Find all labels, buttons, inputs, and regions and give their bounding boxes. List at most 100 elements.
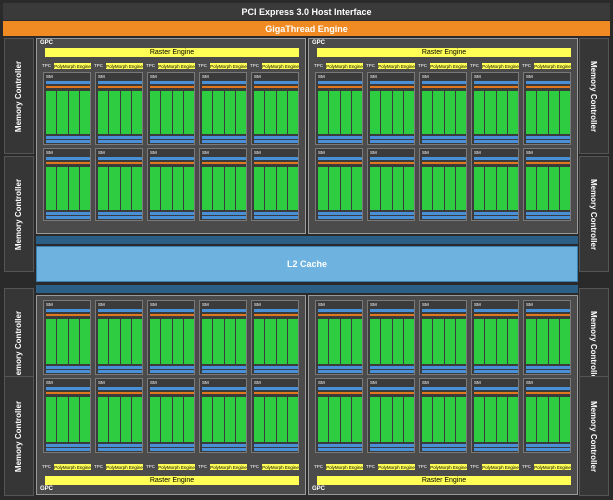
warp-scheduler bbox=[422, 86, 466, 88]
shared-memory bbox=[422, 366, 466, 369]
warp-scheduler bbox=[150, 314, 194, 316]
cuda-cores bbox=[351, 167, 362, 210]
sm-label: SM bbox=[526, 302, 533, 307]
cuda-cores bbox=[392, 91, 403, 134]
cuda-cores bbox=[98, 319, 109, 364]
sm-label: SM bbox=[318, 74, 325, 79]
tpc-label: TPC bbox=[470, 464, 479, 469]
sm-label: SM bbox=[98, 302, 105, 307]
texture-units bbox=[526, 140, 570, 143]
cuda-cores bbox=[161, 397, 172, 442]
streaming-multiprocessor: SM bbox=[367, 148, 415, 221]
l2-cache: L2 Cache bbox=[36, 246, 578, 282]
cuda-cores bbox=[254, 397, 265, 442]
cuda-cores bbox=[422, 397, 433, 442]
gpc-label: GPC bbox=[312, 40, 326, 46]
cuda-cores bbox=[329, 91, 340, 134]
cuda-cores bbox=[433, 91, 444, 134]
shared-memory bbox=[422, 444, 466, 447]
l2-connection-strip-bottom bbox=[36, 285, 578, 293]
cuda-cores bbox=[131, 167, 142, 210]
instruction-cache bbox=[98, 309, 142, 312]
instruction-cache bbox=[98, 81, 142, 84]
texture-units bbox=[474, 140, 518, 143]
shared-memory bbox=[370, 136, 414, 139]
texture-units bbox=[254, 140, 298, 143]
sm-label: SM bbox=[526, 380, 533, 385]
cuda-cores bbox=[120, 167, 131, 210]
instruction-cache bbox=[150, 309, 194, 312]
instruction-cache bbox=[318, 387, 362, 390]
sm-label: SM bbox=[526, 150, 533, 155]
cuda-cores bbox=[422, 319, 433, 364]
cuda-cores bbox=[340, 319, 351, 364]
warp-scheduler bbox=[526, 314, 570, 316]
texture-units bbox=[422, 448, 466, 451]
cuda-cores bbox=[46, 167, 57, 210]
memory-controller-left-2: Memory Controller bbox=[4, 156, 34, 272]
cuda-cores bbox=[161, 319, 172, 364]
polymorph-engine: PolyMorph Engine bbox=[326, 63, 363, 69]
instruction-cache bbox=[526, 387, 570, 390]
shared-memory bbox=[46, 444, 90, 447]
cuda-cores bbox=[79, 319, 90, 364]
cuda-cores bbox=[183, 167, 194, 210]
warp-scheduler bbox=[98, 162, 142, 164]
polymorph-engine: PolyMorph Engine bbox=[210, 464, 247, 470]
cuda-cores bbox=[318, 91, 329, 134]
cuda-cores bbox=[150, 167, 161, 210]
cuda-cores bbox=[351, 319, 362, 364]
shared-memory bbox=[370, 366, 414, 369]
gpc-bottom-left: GPC Raster Engine TPC PolyMorph Engine SM SM T… bbox=[36, 295, 306, 495]
sm-label: SM bbox=[254, 380, 261, 385]
cuda-cores bbox=[109, 91, 120, 134]
cuda-cores bbox=[392, 167, 403, 210]
warp-scheduler bbox=[318, 86, 362, 88]
streaming-multiprocessor: SM bbox=[367, 378, 415, 453]
instruction-cache bbox=[474, 309, 518, 312]
polymorph-engine: PolyMorph Engine bbox=[430, 63, 467, 69]
cuda-cores bbox=[559, 397, 570, 442]
texture-units bbox=[46, 140, 90, 143]
sm-label: SM bbox=[318, 302, 325, 307]
shared-memory bbox=[150, 444, 194, 447]
streaming-multiprocessor: SM bbox=[199, 148, 247, 221]
streaming-multiprocessor: SM bbox=[367, 72, 415, 145]
texture-units bbox=[150, 140, 194, 143]
instruction-cache bbox=[474, 81, 518, 84]
cuda-cores bbox=[381, 167, 392, 210]
warp-scheduler bbox=[202, 314, 246, 316]
sm-label: SM bbox=[150, 380, 157, 385]
cuda-cores bbox=[98, 397, 109, 442]
shared-memory bbox=[318, 366, 362, 369]
shared-memory bbox=[254, 444, 298, 447]
instruction-cache bbox=[318, 81, 362, 84]
sm-label: SM bbox=[150, 74, 157, 79]
tpc-label: TPC bbox=[42, 464, 51, 469]
instruction-cache bbox=[370, 81, 414, 84]
texture-units bbox=[318, 140, 362, 143]
cuda-cores bbox=[340, 397, 351, 442]
warp-scheduler bbox=[150, 162, 194, 164]
cuda-cores bbox=[68, 397, 79, 442]
polymorph-engine: PolyMorph Engine bbox=[378, 63, 415, 69]
cuda-cores bbox=[213, 397, 224, 442]
tpc-label: TPC bbox=[94, 63, 103, 68]
cuda-cores bbox=[496, 91, 507, 134]
cuda-cores bbox=[276, 319, 287, 364]
texture-units bbox=[370, 216, 414, 219]
sm-label: SM bbox=[254, 302, 261, 307]
sm-label: SM bbox=[318, 150, 325, 155]
texture-units bbox=[370, 370, 414, 373]
l2-connection-strip-top bbox=[36, 236, 578, 244]
streaming-multiprocessor: SM bbox=[523, 300, 571, 375]
polymorph-engine: PolyMorph Engine bbox=[158, 464, 195, 470]
cuda-cores bbox=[422, 91, 433, 134]
streaming-multiprocessor: SM bbox=[315, 72, 363, 145]
cuda-cores bbox=[318, 167, 329, 210]
instruction-cache bbox=[370, 387, 414, 390]
cuda-cores bbox=[318, 397, 329, 442]
cuda-cores bbox=[548, 167, 559, 210]
cuda-cores bbox=[79, 167, 90, 210]
tpc-label: TPC bbox=[314, 464, 323, 469]
